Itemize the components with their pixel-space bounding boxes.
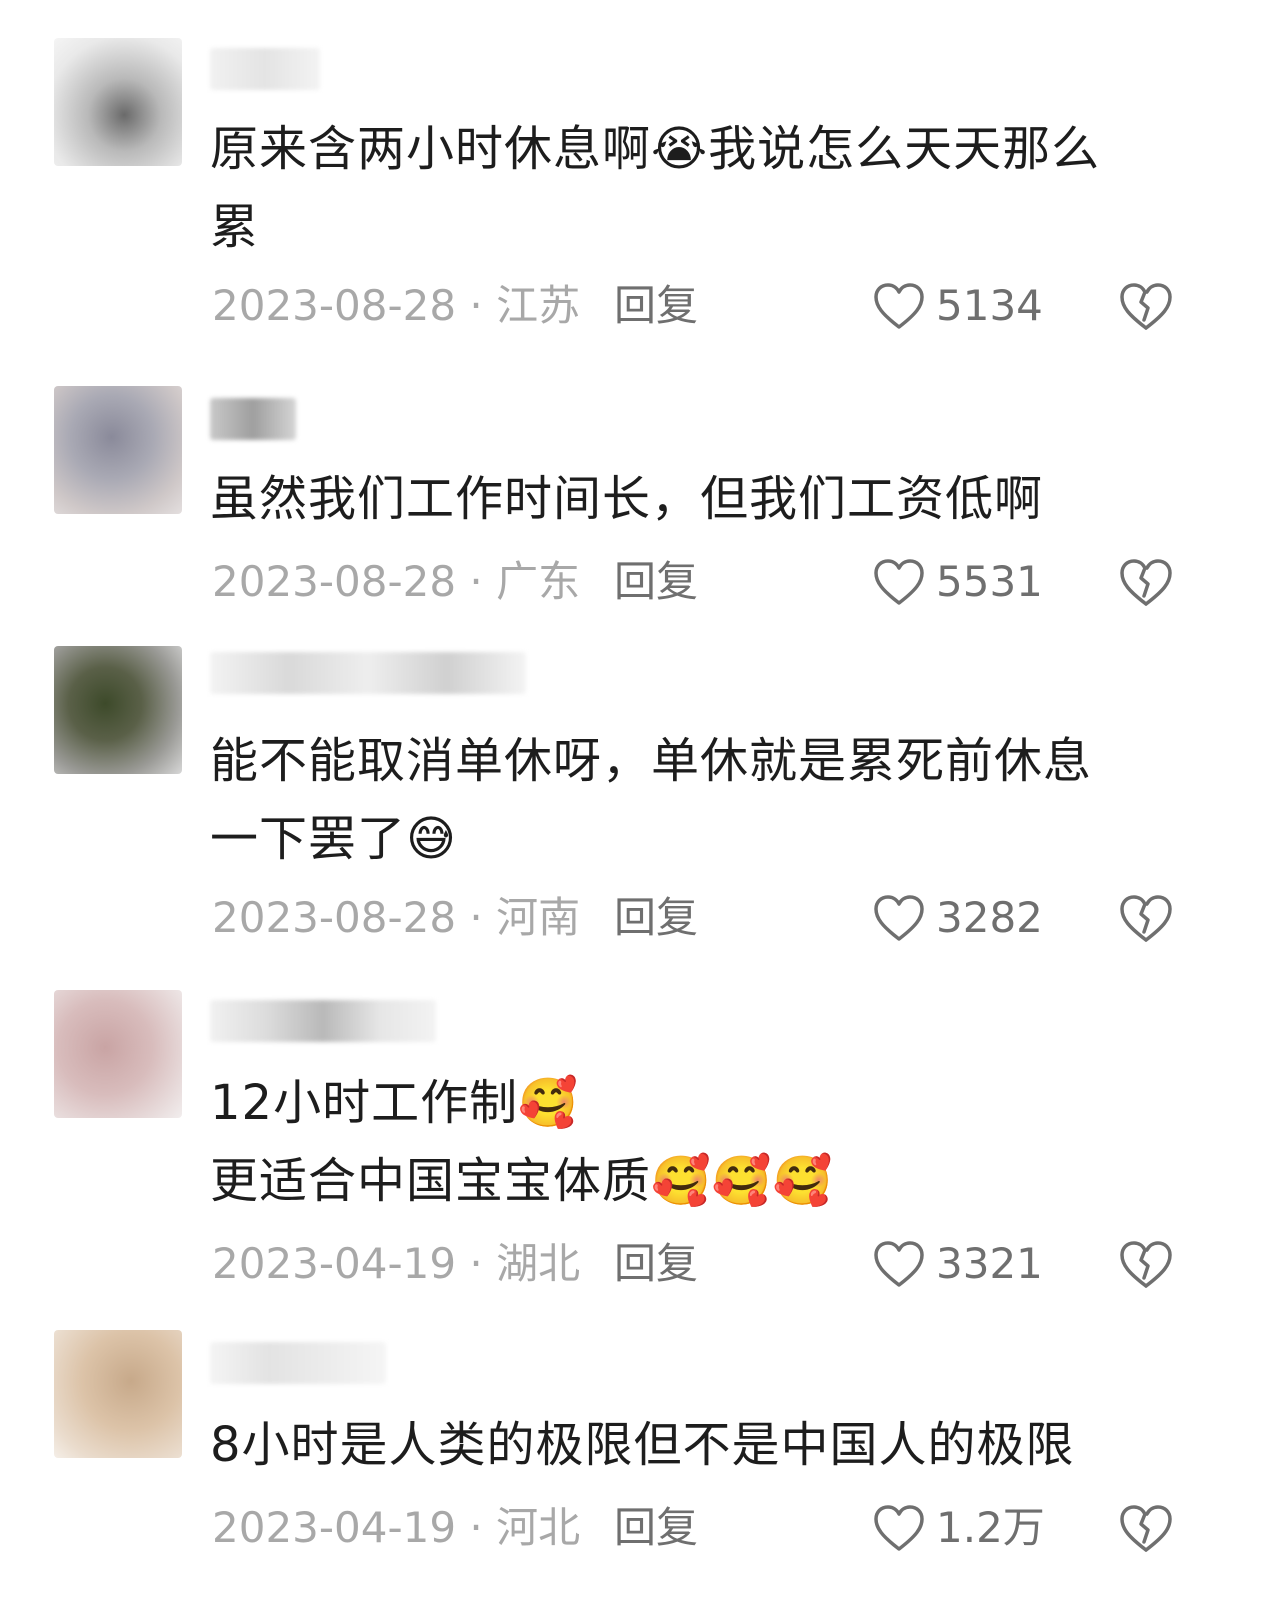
comment-text-line: 虽然我们工作时间长，但我们工资低啊 — [210, 471, 1044, 527]
comment-text: 原来含两小时休息啊😭我说怎么天天那么 累 — [210, 110, 1210, 266]
heart-outline-icon — [874, 1505, 924, 1551]
heart-outline-icon — [874, 559, 924, 605]
like-button[interactable]: 1.2万 — [872, 1500, 1045, 1556]
dislike-button[interactable] — [1118, 1238, 1174, 1290]
broken-heart-icon — [1120, 283, 1172, 330]
comment-text-line: 能不能取消单休呀，单休就是累死前休息 — [210, 733, 1093, 789]
comment-text-line: 8小时是人类的极限但不是中国人的极限 — [210, 1417, 1075, 1473]
comment-date-location: 2023-08-28 · 广东 — [212, 557, 581, 606]
comment-text-line: 原来含两小时休息啊😭我说怎么天天那么 — [210, 121, 1101, 177]
like-button[interactable]: 5531 — [872, 554, 1043, 610]
watermark-overlay — [1000, 1592, 1230, 1622]
dislike-button[interactable] — [1118, 280, 1174, 332]
broken-heart-icon — [1120, 1241, 1172, 1288]
username-blurred[interactable] — [210, 398, 296, 440]
reply-button[interactable]: 回复 — [614, 890, 698, 946]
broken-heart-icon — [1120, 1505, 1172, 1552]
username-blurred[interactable] — [210, 1342, 386, 1384]
like-count: 3282 — [936, 893, 1043, 942]
reply-button[interactable]: 回复 — [614, 278, 698, 334]
comment-date-location: 2023-04-19 · 湖北 — [212, 1239, 581, 1288]
username-blurred[interactable] — [210, 652, 526, 694]
comment-text: 虽然我们工作时间长，但我们工资低啊 — [210, 460, 1210, 538]
avatar[interactable] — [54, 386, 182, 514]
comment-text-line: 一下罢了😅 — [210, 811, 458, 867]
comment-meta: 2023-04-19 · 湖北 回复 3321 — [212, 1236, 1212, 1292]
avatar[interactable] — [54, 646, 182, 774]
like-count: 1.2万 — [936, 1503, 1045, 1552]
avatar[interactable] — [54, 1330, 182, 1458]
comment-list: 原来含两小时休息啊😭我说怎么天天那么 累 2023-08-28 · 江苏 回复 … — [0, 0, 1279, 1624]
like-button[interactable]: 3321 — [872, 1236, 1043, 1292]
broken-heart-icon — [1120, 895, 1172, 942]
reply-button[interactable]: 回复 — [614, 554, 698, 610]
broken-heart-icon — [1120, 559, 1172, 606]
dislike-button[interactable] — [1118, 892, 1174, 944]
dislike-button[interactable] — [1118, 1502, 1174, 1554]
comment-meta: 2023-08-28 · 河南 回复 3282 — [212, 890, 1212, 946]
comment-text: 12小时工作制🥰 更适合中国宝宝体质🥰🥰🥰 — [210, 1064, 1210, 1220]
heart-outline-icon — [874, 1241, 924, 1287]
reply-button[interactable]: 回复 — [614, 1236, 698, 1292]
comment-text: 能不能取消单休呀，单休就是累死前休息 一下罢了😅 — [210, 722, 1210, 878]
comment-date-location: 2023-08-28 · 江苏 — [212, 281, 581, 330]
avatar[interactable] — [54, 38, 182, 166]
comment-text-line: 更适合中国宝宝体质🥰🥰🥰 — [210, 1153, 834, 1209]
like-count: 5531 — [936, 557, 1043, 606]
heart-outline-icon — [874, 283, 924, 329]
like-button[interactable]: 3282 — [872, 890, 1043, 946]
reply-button[interactable]: 回复 — [614, 1500, 698, 1556]
like-count: 5134 — [936, 281, 1043, 330]
like-button[interactable]: 5134 — [872, 278, 1043, 334]
comment-text-line: 累 — [210, 199, 260, 255]
username-blurred[interactable] — [210, 48, 320, 90]
like-count: 3321 — [936, 1239, 1043, 1288]
comment-date-location: 2023-08-28 · 河南 — [212, 893, 581, 942]
comment-meta: 2023-08-28 · 广东 回复 5531 — [212, 554, 1212, 610]
comment-text: 8小时是人类的极限但不是中国人的极限 — [210, 1406, 1210, 1484]
comment-text-line: 12小时工作制🥰 — [210, 1075, 579, 1131]
comment-meta: 2023-08-28 · 江苏 回复 5134 — [212, 278, 1212, 334]
avatar[interactable] — [54, 990, 182, 1118]
comment-date-location: 2023-04-19 · 河北 — [212, 1503, 581, 1552]
dislike-button[interactable] — [1118, 556, 1174, 608]
comment-meta: 2023-04-19 · 河北 回复 1.2万 — [212, 1500, 1212, 1556]
heart-outline-icon — [874, 895, 924, 941]
username-blurred[interactable] — [210, 1000, 436, 1042]
